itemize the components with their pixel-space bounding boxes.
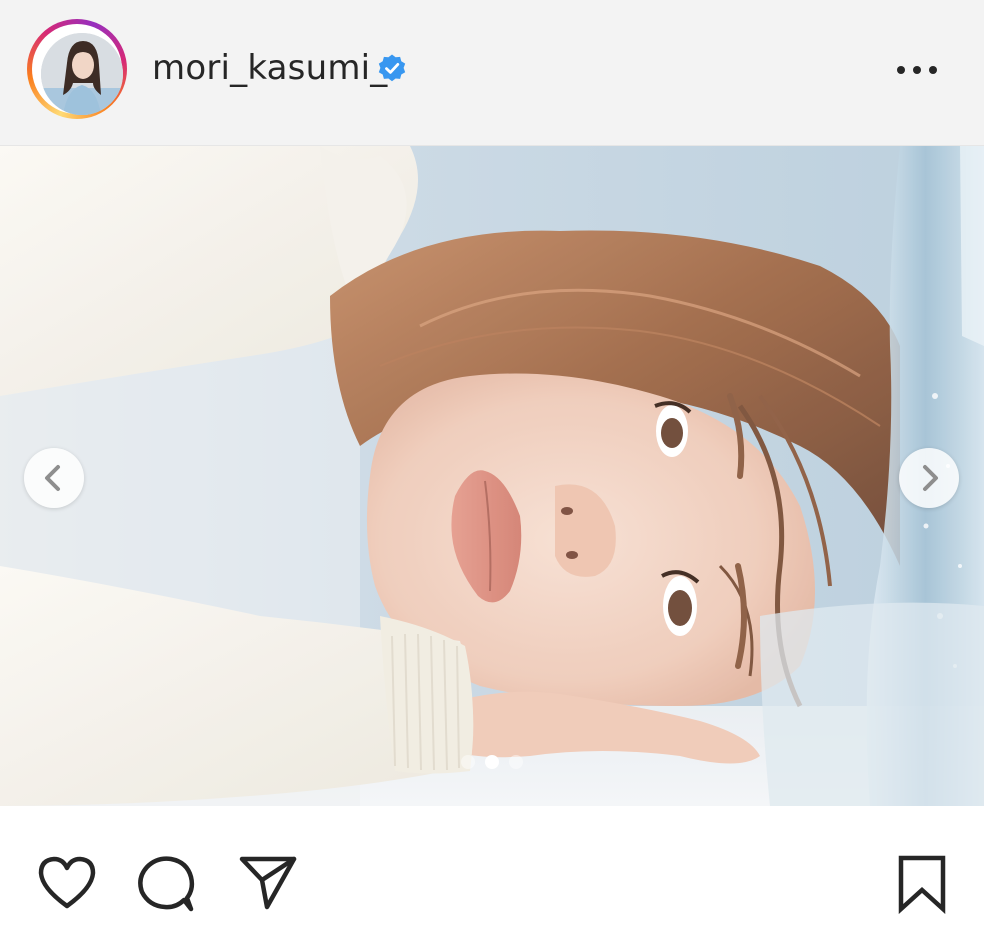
chevron-right-icon bbox=[923, 465, 938, 491]
previous-slide-button[interactable] bbox=[24, 448, 84, 508]
chevron-left-icon bbox=[45, 465, 60, 491]
avatar[interactable] bbox=[41, 33, 123, 115]
carousel-dot bbox=[509, 755, 523, 769]
story-ring[interactable] bbox=[27, 19, 127, 119]
post-photo[interactable] bbox=[0, 146, 984, 806]
instagram-post: mori_kasumi_ bbox=[0, 0, 984, 934]
photo-image bbox=[0, 146, 984, 806]
more-options-icon[interactable] bbox=[894, 58, 940, 82]
bookmark-icon[interactable] bbox=[896, 854, 948, 914]
avatar-image bbox=[41, 33, 123, 115]
next-slide-button[interactable] bbox=[899, 448, 959, 508]
action-bar bbox=[0, 806, 984, 934]
carousel-dot bbox=[461, 755, 475, 769]
verified-badge-icon bbox=[378, 54, 406, 82]
carousel-indicator bbox=[455, 754, 531, 770]
heart-icon[interactable] bbox=[36, 854, 98, 912]
paper-plane-icon[interactable] bbox=[238, 854, 298, 912]
username[interactable]: mori_kasumi_ bbox=[152, 46, 388, 90]
carousel-dot-active bbox=[485, 755, 499, 769]
post-header: mori_kasumi_ bbox=[0, 0, 984, 146]
comment-bubble-icon[interactable] bbox=[137, 854, 197, 914]
